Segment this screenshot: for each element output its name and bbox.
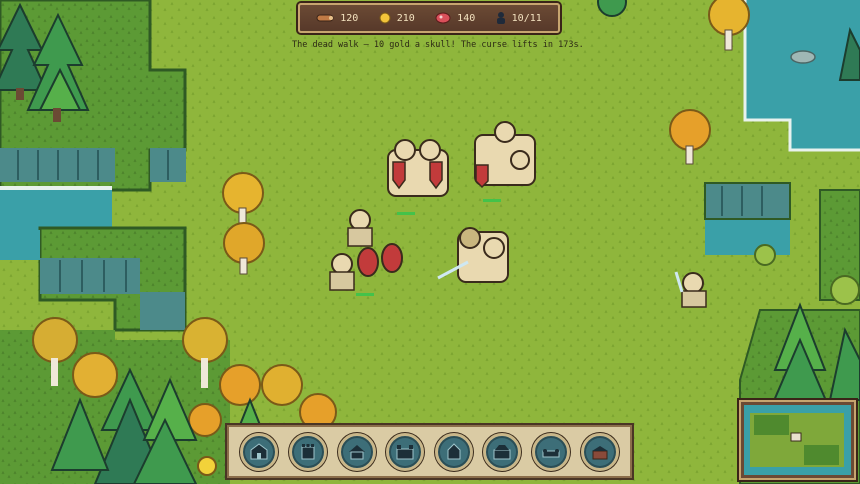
minimap-view[interactable] (744, 405, 851, 475)
barracks-icon (250, 442, 268, 459)
build-bar (227, 425, 632, 478)
resource-population: 10/11 (496, 11, 542, 25)
gold-value: 210 (396, 12, 415, 24)
minimap-terrain (744, 405, 851, 475)
build-slot-tower[interactable] (288, 432, 327, 471)
farm-icon (493, 444, 511, 459)
meat-icon (435, 12, 451, 24)
archery-icon (447, 442, 461, 459)
build-slot-market[interactable] (580, 432, 619, 471)
build-slot-house[interactable] (337, 432, 376, 471)
wood-value: 120 (340, 12, 359, 24)
build-slot-archery[interactable] (434, 432, 473, 471)
resource-bar: 120 210 140 10/11 (298, 3, 560, 33)
build-slot-barracks[interactable] (240, 432, 279, 471)
minimap[interactable] (739, 400, 856, 480)
resource-gold: 210 (379, 12, 415, 24)
resource-meat: 140 (435, 12, 475, 24)
house-icon (348, 444, 365, 459)
game-map[interactable] (0, 0, 860, 484)
wall-icon (542, 448, 560, 457)
tower-icon (301, 443, 315, 459)
market-icon (591, 445, 608, 459)
meat-value: 140 (457, 12, 476, 24)
resource-wood: 120 (316, 13, 358, 24)
gold-pile[interactable] (197, 456, 217, 476)
castle-icon (396, 444, 414, 459)
build-slot-wall[interactable] (532, 432, 571, 471)
gold-coin-icon (379, 12, 391, 24)
wood-log-icon (316, 14, 334, 22)
event-message: The dead walk — 10 gold a skull! The cur… (292, 40, 584, 50)
build-slot-castle[interactable] (386, 432, 425, 471)
population-value: 10/11 (511, 12, 542, 24)
build-slot-farm[interactable] (483, 432, 522, 471)
population-icon (496, 12, 505, 24)
